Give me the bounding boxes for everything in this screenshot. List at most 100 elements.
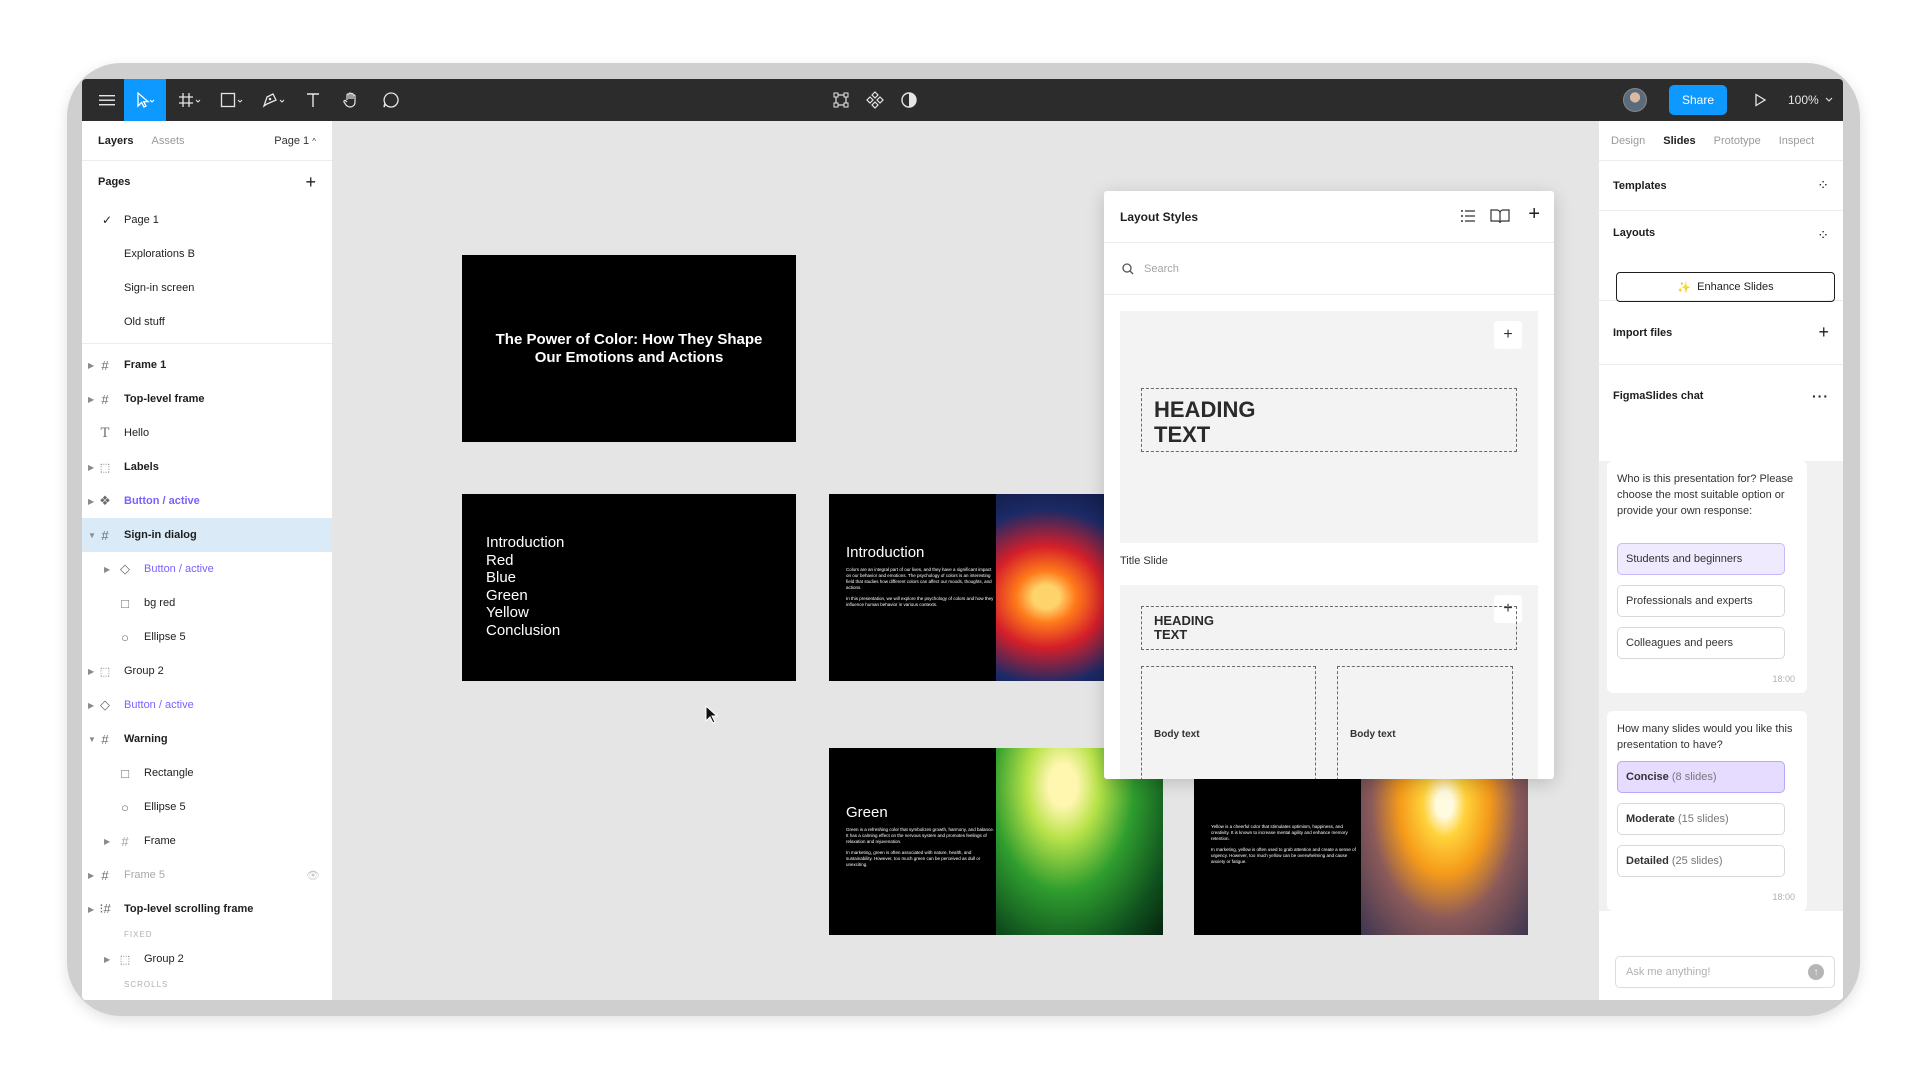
chat-message-audience: Who is this presentation for? Please cho…	[1607, 461, 1807, 693]
layer-row[interactable]: ▶ # Frame 5 👁	[82, 858, 332, 892]
present-button[interactable]	[1743, 79, 1777, 121]
tab-design[interactable]: Design	[1611, 135, 1645, 147]
layer-row[interactable]: T Hello	[82, 416, 332, 450]
tab-slides[interactable]: Slides	[1663, 135, 1695, 147]
add-layout-button[interactable]: +	[1494, 321, 1522, 349]
tab-layers[interactable]: Layers	[98, 135, 133, 147]
layer-row[interactable]: ▼ # Sign-in dialog	[82, 518, 332, 552]
layer-row[interactable]: ▼ # Warning	[82, 722, 332, 756]
layer-row[interactable]: ○ Ellipse 5	[82, 790, 332, 824]
list-view-icon[interactable]	[1460, 208, 1476, 227]
page-selector[interactable]: Page 1 ^	[274, 135, 316, 147]
layer-name: Frame 5	[124, 869, 165, 881]
layout-card-title-slide[interactable]: + HEADING TEXT	[1120, 311, 1538, 543]
layer-row[interactable]: □ bg red	[82, 586, 332, 620]
zoom-dropdown[interactable]: 100%	[1788, 79, 1833, 121]
caret-down-icon[interactable]: ▼	[88, 531, 96, 540]
caret-right-icon[interactable]: ▶	[88, 871, 94, 880]
tab-inspect[interactable]: Inspect	[1779, 135, 1814, 147]
caret-right-icon[interactable]: ▶	[104, 565, 110, 574]
pen-tool-button[interactable]	[254, 79, 294, 121]
add-style-button[interactable]: +	[1528, 203, 1540, 226]
pages-title: Pages	[98, 176, 131, 188]
layer-row[interactable]: ▶ # Frame 1	[82, 348, 332, 382]
caret-right-icon[interactable]: ▶	[88, 497, 94, 506]
shape-tool-button[interactable]	[212, 79, 252, 121]
section-label: FIXED	[82, 926, 332, 942]
more-dots-icon[interactable]: ···	[1812, 388, 1829, 404]
frame-hash-icon: #	[101, 527, 109, 543]
instance-diamond-icon: ◇	[120, 561, 130, 576]
book-icon[interactable]	[1490, 208, 1510, 227]
main-menu-button[interactable]	[90, 79, 124, 121]
page-item-explorations-b[interactable]: Explorations B	[82, 237, 332, 271]
add-page-button[interactable]: +	[305, 172, 316, 193]
option-moderate[interactable]: Moderate (15 slides)	[1617, 803, 1785, 835]
frame-tool-button[interactable]	[170, 79, 210, 121]
add-import-button[interactable]: +	[1818, 322, 1829, 343]
chat-input[interactable]: Ask me anything! ↑	[1615, 956, 1835, 988]
caret-down-icon[interactable]: ▼	[88, 735, 96, 744]
component-button[interactable]	[858, 79, 892, 121]
layer-row[interactable]: □ Rectangle	[82, 756, 332, 790]
layer-row[interactable]: ○ Ellipse 5	[82, 620, 332, 654]
component-diamonds-icon	[866, 91, 884, 109]
layer-row[interactable]: ▶ ◇ Button / active	[82, 552, 332, 586]
layer-row[interactable]: ▶ ⬚ Group 2	[82, 942, 332, 976]
page-item-page-1[interactable]: ✓ Page 1	[82, 203, 332, 237]
hand-tool-button[interactable]	[334, 79, 368, 121]
send-arrow-icon[interactable]: ↑	[1808, 964, 1824, 980]
frame-hash-icon: #	[101, 867, 109, 883]
layer-row[interactable]: ▶ # Top-level frame	[82, 382, 332, 416]
caret-right-icon[interactable]: ▶	[88, 667, 94, 676]
slide-title[interactable]: The Power of Color: How They Shape Our E…	[462, 255, 796, 442]
message-time: 18:00	[1772, 892, 1795, 902]
chat-input-placeholder: Ask me anything!	[1626, 966, 1711, 978]
layout-search[interactable]: Search	[1104, 243, 1554, 295]
caret-right-icon[interactable]: ▶	[88, 905, 94, 914]
import-files-section[interactable]: Import files +	[1599, 301, 1843, 365]
templates-section[interactable]: Templates ⁘	[1599, 161, 1843, 211]
transform-tool-button[interactable]	[824, 79, 858, 121]
text-tool-button[interactable]	[296, 79, 330, 121]
tab-prototype[interactable]: Prototype	[1714, 135, 1761, 147]
text-t-icon	[307, 93, 319, 107]
contrast-button[interactable]	[892, 79, 926, 121]
option-colleagues[interactable]: Colleagues and peers	[1617, 627, 1785, 659]
layer-row[interactable]: ▶ ❖ Button / active	[82, 484, 332, 518]
page-label: Page 1	[124, 214, 159, 226]
grid-dots-icon[interactable]: ⁘	[1817, 227, 1829, 244]
caret-right-icon[interactable]: ▶	[104, 955, 110, 964]
caret-right-icon[interactable]: ▶	[88, 395, 94, 404]
move-tool-button[interactable]	[124, 79, 166, 121]
comment-tool-button[interactable]	[374, 79, 408, 121]
option-professionals[interactable]: Professionals and experts	[1617, 585, 1785, 617]
layer-row[interactable]: ▶ ⬚ Group 2	[82, 654, 332, 688]
caret-right-icon[interactable]: ▶	[88, 361, 94, 370]
caret-right-icon[interactable]: ▶	[88, 463, 94, 472]
page-item-sign-in-screen[interactable]: Sign-in screen	[82, 271, 332, 305]
layer-row[interactable]: ▶ ◇ Button / active	[82, 688, 332, 722]
tab-assets[interactable]: Assets	[151, 135, 184, 147]
option-detailed[interactable]: Detailed (25 slides)	[1617, 845, 1785, 877]
option-concise[interactable]: Concise (8 slides)	[1617, 761, 1785, 793]
option-detail: (8 slides)	[1671, 771, 1717, 783]
layer-row[interactable]: ▶ # Frame	[82, 824, 332, 858]
user-avatar[interactable]	[1623, 88, 1647, 112]
layout-card-two-column[interactable]: + HEADING TEXT Body text Body text	[1120, 585, 1538, 779]
instance-diamond-icon: ◇	[100, 697, 110, 712]
layer-row[interactable]: ▶ ⁝# Top-level scrolling frame	[82, 892, 332, 926]
caret-right-icon[interactable]: ▶	[88, 701, 94, 710]
page-item-old-stuff[interactable]: Old stuff	[82, 305, 332, 339]
layer-row[interactable]: ▶ ⬚ Labels	[82, 450, 332, 484]
slide-agenda[interactable]: Introduction Red Blue Green Yellow Concl…	[462, 494, 796, 681]
import-title: Import files	[1613, 326, 1673, 339]
option-students[interactable]: Students and beginners	[1617, 543, 1785, 575]
eye-icon[interactable]: 👁	[306, 869, 320, 882]
enhance-slides-button[interactable]: ✨ Enhance Slides	[1616, 272, 1835, 302]
caret-right-icon[interactable]: ▶	[104, 837, 110, 846]
layout-card-label: Title Slide	[1120, 555, 1168, 567]
share-button[interactable]: Share	[1669, 85, 1727, 115]
layer-name: Top-level scrolling frame	[124, 903, 254, 915]
grid-dots-icon[interactable]: ⁘	[1817, 177, 1829, 194]
